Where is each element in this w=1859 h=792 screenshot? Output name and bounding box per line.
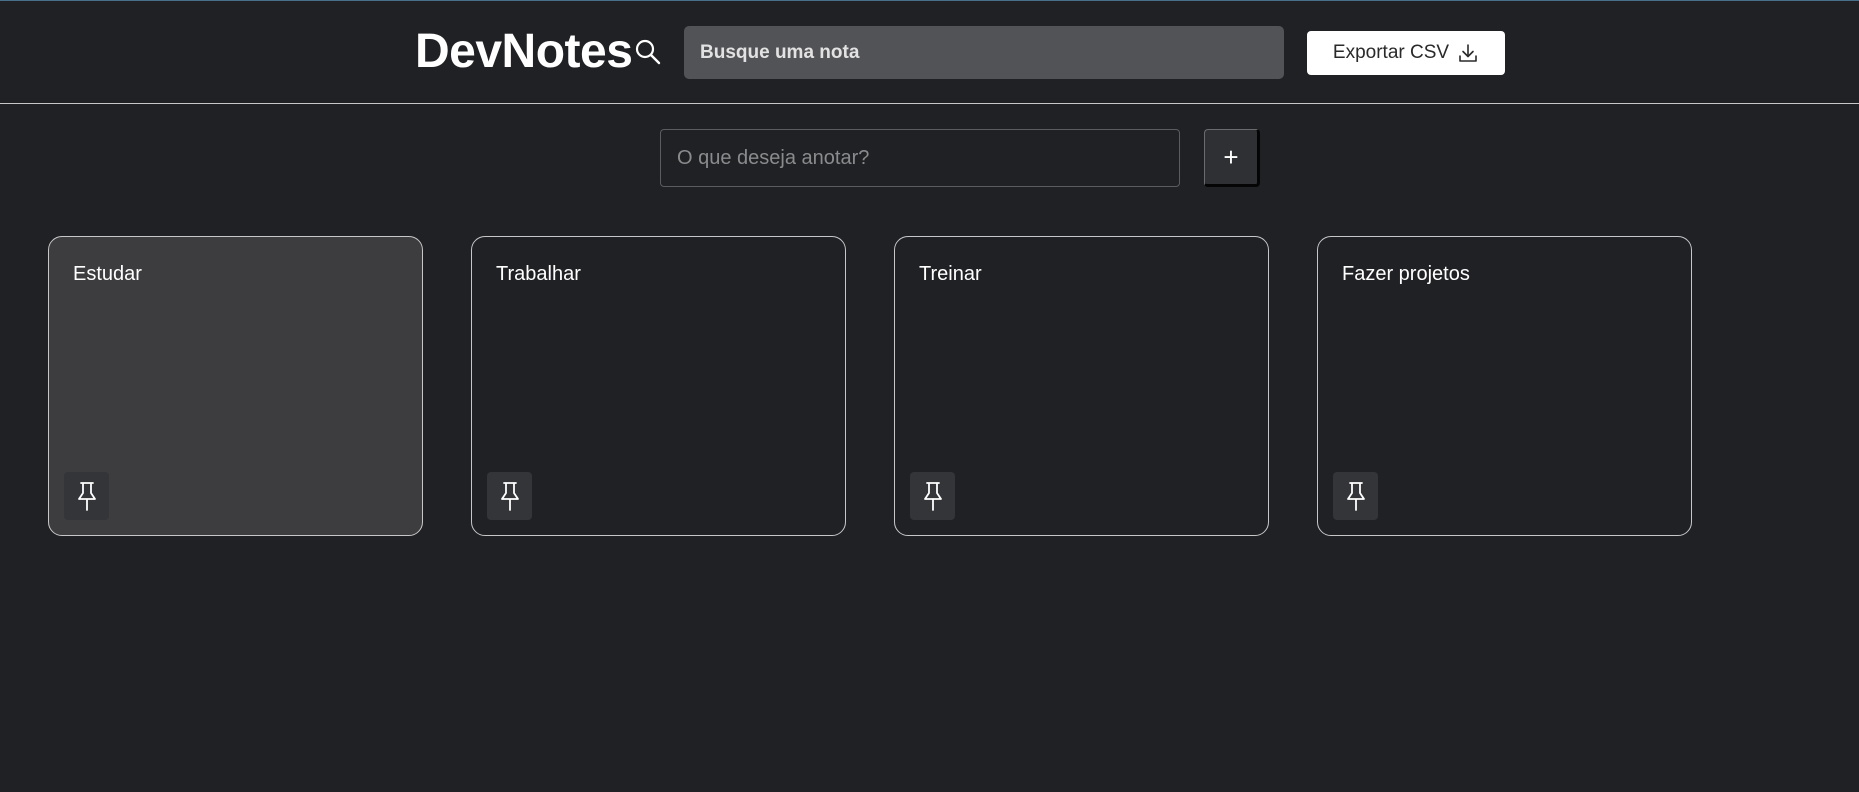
pin-icon	[500, 482, 519, 511]
add-note-button[interactable]: +	[1204, 129, 1260, 187]
note-card[interactable]: Estudar	[48, 236, 423, 536]
note-title: Fazer projetos	[1342, 263, 1470, 285]
note-card[interactable]: Treinar	[894, 236, 1269, 536]
download-icon	[1459, 44, 1477, 62]
app-header: DevNotes Exportar CSV	[0, 0, 1859, 104]
note-title: Trabalhar	[496, 263, 581, 285]
export-csv-button[interactable]: Exportar CSV	[1307, 31, 1505, 75]
pin-icon	[923, 482, 942, 511]
note-card[interactable]: Fazer projetos	[1317, 236, 1692, 536]
note-card[interactable]: Trabalhar	[471, 236, 846, 536]
pin-icon	[1346, 482, 1365, 511]
note-title: Treinar	[919, 263, 982, 285]
note-title: Estudar	[73, 263, 142, 285]
pin-button[interactable]	[910, 472, 955, 520]
search-input[interactable]	[684, 26, 1284, 79]
search-icon[interactable]	[634, 38, 662, 66]
export-csv-label: Exportar CSV	[1332, 42, 1450, 63]
pin-button[interactable]	[1333, 472, 1378, 520]
pin-button[interactable]	[64, 472, 109, 520]
pin-button[interactable]	[487, 472, 532, 520]
new-note-input[interactable]	[660, 129, 1180, 187]
app-logo: DevNotes	[415, 25, 633, 78]
pin-icon	[77, 482, 96, 511]
